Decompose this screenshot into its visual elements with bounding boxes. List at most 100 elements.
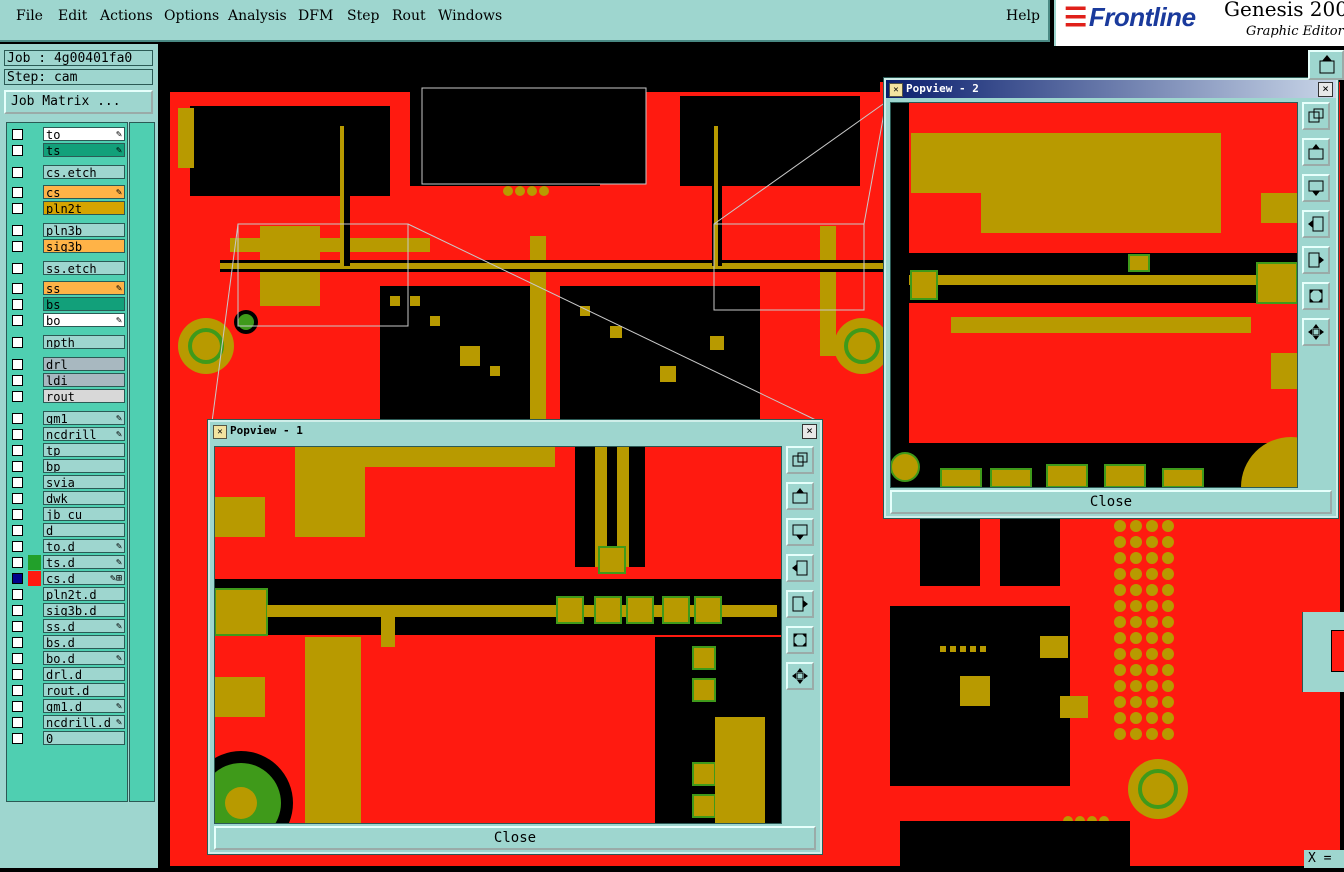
layer-row[interactable]: ncdrill ✎ [9, 427, 127, 442]
menu-dfm[interactable]: DFM [298, 8, 333, 24]
menu-options[interactable]: Options [164, 8, 219, 24]
layer-checkbox[interactable] [12, 337, 23, 348]
layer-row[interactable]: bp [9, 459, 127, 474]
layer-name[interactable]: bo ✎ [43, 313, 125, 327]
layer-checkbox[interactable] [12, 283, 23, 294]
layer-row[interactable]: tp [9, 443, 127, 458]
pan-left-icon[interactable] [786, 554, 814, 582]
zoom-fit-icon[interactable] [786, 446, 814, 474]
pan-down-icon[interactable] [786, 518, 814, 546]
layer-row[interactable]: pln2t [9, 201, 127, 216]
layer-name[interactable]: drl.d [43, 667, 125, 681]
window-menu-icon[interactable]: ✕ [889, 83, 903, 97]
pan-up-icon[interactable] [786, 482, 814, 510]
layer-row[interactable]: cs ✎ [9, 185, 127, 200]
layer-name[interactable]: cs.d ✎⊞ [43, 571, 125, 585]
popview-2-pcb-zoom[interactable] [891, 103, 1297, 487]
job-matrix-button[interactable]: Job Matrix ... [4, 90, 153, 114]
layer-checkbox[interactable] [12, 701, 23, 712]
layer-row[interactable]: ts.d ✎ [9, 555, 127, 570]
menu-file[interactable]: File [16, 8, 43, 24]
layer-checkbox[interactable] [12, 375, 23, 386]
layer-row[interactable]: gm1.d ✎ [9, 699, 127, 714]
layer-list-scrollbar[interactable] [129, 122, 155, 802]
layer-row[interactable]: npth [9, 335, 127, 350]
menu-edit[interactable]: Edit [58, 8, 87, 24]
layer-checkbox[interactable] [12, 413, 23, 424]
layer-checkbox[interactable] [12, 525, 23, 536]
layer-row[interactable]: sig3b [9, 239, 127, 254]
layer-name[interactable]: sig3b [43, 239, 125, 253]
layer-name[interactable]: ldi [43, 373, 125, 387]
layer-checkbox[interactable] [12, 391, 23, 402]
layer-name[interactable]: bs [43, 297, 125, 311]
layer-row[interactable]: bs.d [9, 635, 127, 650]
layer-checkbox[interactable] [12, 461, 23, 472]
layer-checkbox[interactable] [12, 621, 23, 632]
layer-row[interactable]: rout.d [9, 683, 127, 698]
layer-row[interactable]: bo.d ✎ [9, 651, 127, 666]
layer-checkbox[interactable] [12, 241, 23, 252]
layer-name[interactable]: 0 [43, 731, 125, 745]
right-toolbar-button[interactable] [1308, 50, 1344, 80]
popview-1-close-button[interactable]: Close [214, 826, 816, 850]
layer-row[interactable]: ncdrill.d ✎ [9, 715, 127, 730]
layer-row[interactable]: 0 [9, 731, 127, 746]
layer-row[interactable]: gm1 ✎ [9, 411, 127, 426]
layer-checkbox[interactable] [12, 187, 23, 198]
layer-checkbox[interactable] [12, 733, 23, 744]
layer-checkbox[interactable] [12, 573, 23, 584]
layer-row[interactable]: dwk [9, 491, 127, 506]
layer-checkbox[interactable] [12, 203, 23, 214]
layer-checkbox[interactable] [12, 669, 23, 680]
zoom-in-icon[interactable] [1302, 318, 1330, 346]
layer-checkbox[interactable] [12, 225, 23, 236]
layer-name[interactable]: jb_cu [43, 507, 125, 521]
menu-actions[interactable]: Actions [100, 8, 153, 24]
menu-rout[interactable]: Rout [392, 8, 426, 24]
pan-right-icon[interactable] [786, 590, 814, 618]
layer-name[interactable]: rout.d [43, 683, 125, 697]
pan-right-icon[interactable] [1302, 246, 1330, 274]
layer-name[interactable]: cs ✎ [43, 185, 125, 199]
layer-name[interactable]: ncdrill ✎ [43, 427, 125, 441]
layer-name[interactable]: pln2t [43, 201, 125, 215]
layer-name[interactable]: gm1.d ✎ [43, 699, 125, 713]
layer-checkbox[interactable] [12, 589, 23, 600]
layer-name[interactable]: ss ✎ [43, 281, 125, 295]
layer-row[interactable]: pln3b [9, 223, 127, 238]
layer-checkbox[interactable] [12, 359, 23, 370]
layer-row[interactable]: cs.etch [9, 165, 127, 180]
layer-name[interactable]: ts ✎ [43, 143, 125, 157]
layer-checkbox[interactable] [12, 263, 23, 274]
layer-name[interactable]: bo.d ✎ [43, 651, 125, 665]
layer-name[interactable]: svia [43, 475, 125, 489]
menu-windows[interactable]: Windows [438, 8, 502, 24]
layer-row[interactable]: pln2t.d [9, 587, 127, 602]
popview-1-titlebar[interactable]: ✕ Popview - 1 × [210, 422, 820, 440]
zoom-out-icon[interactable] [1302, 282, 1330, 310]
layer-row[interactable]: ss ✎ [9, 281, 127, 296]
menu-analysis[interactable]: Analysis [228, 8, 287, 24]
layer-row[interactable]: bs [9, 297, 127, 312]
layer-name[interactable]: pln2t.d [43, 587, 125, 601]
layer-checkbox[interactable] [12, 167, 23, 178]
layer-checkbox[interactable] [12, 129, 23, 140]
layer-row[interactable]: drl.d [9, 667, 127, 682]
zoom-out-icon[interactable] [786, 626, 814, 654]
layer-checkbox[interactable] [12, 637, 23, 648]
window-menu-icon[interactable]: ✕ [213, 425, 227, 439]
layer-row[interactable]: jb_cu [9, 507, 127, 522]
layer-name[interactable]: to ✎ [43, 127, 125, 141]
layer-name[interactable]: npth [43, 335, 125, 349]
layer-name[interactable]: cs.etch [43, 165, 125, 179]
layer-checkbox[interactable] [12, 685, 23, 696]
layer-name[interactable]: rout [43, 389, 125, 403]
zoom-in-icon[interactable] [786, 662, 814, 690]
layer-name[interactable]: pln3b [43, 223, 125, 237]
layer-row[interactable]: to ✎ [9, 127, 127, 142]
layer-checkbox[interactable] [12, 299, 23, 310]
layer-name[interactable]: bs.d [43, 635, 125, 649]
layer-name[interactable]: ss.etch [43, 261, 125, 275]
layer-row[interactable]: ss.d ✎ [9, 619, 127, 634]
